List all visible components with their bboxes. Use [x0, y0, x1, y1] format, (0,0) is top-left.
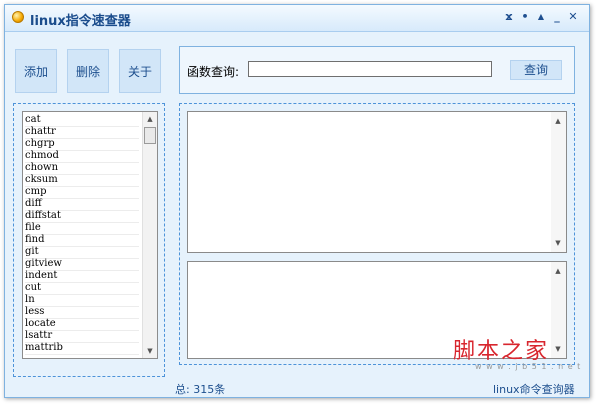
restore-up-icon[interactable]: ▲ [533, 9, 549, 25]
collapse-icon[interactable]: ϫ [501, 9, 517, 25]
scroll-down-icon[interactable]: ▼ [143, 344, 157, 358]
watermark-url: w w w . j b 5 1 . n e t [475, 362, 582, 371]
list-scrollbar[interactable]: ▲ ▼ [142, 112, 157, 358]
total-count: 总: 315条 [175, 383, 226, 396]
search-label: 函数查询: [187, 65, 240, 79]
scroll-up-icon[interactable]: ▲ [551, 114, 565, 128]
app-logo-icon [12, 11, 24, 23]
scroll-thumb[interactable] [144, 127, 156, 144]
search-panel: 函数查询: 查询 [179, 46, 575, 94]
list-item[interactable]: mattrib [25, 342, 139, 355]
search-input[interactable] [248, 61, 492, 77]
description-scrollbar[interactable]: ▲ ▼ [551, 112, 566, 252]
scroll-down-icon[interactable]: ▼ [551, 342, 565, 356]
delete-button[interactable]: 删除 [67, 49, 109, 93]
scroll-down-icon[interactable]: ▼ [551, 236, 565, 250]
command-list[interactable]: cat chattr chgrp chmod chown cksum cmp d… [22, 111, 158, 359]
example-scrollbar[interactable]: ▲ ▼ [551, 262, 566, 358]
app-window: linux指令速查器 ϫ • ▲ _ ✕ 添加 删除 关于 函数查询: 查询 c… [4, 4, 590, 398]
about-button[interactable]: 关于 [119, 49, 161, 93]
app-name-label: linux命令查询器 [493, 383, 575, 396]
menu-dot-icon[interactable]: • [517, 9, 533, 25]
watermark-text: 脚本之家 [453, 339, 550, 364]
title-bar[interactable]: linux指令速查器 ϫ • ▲ _ ✕ [5, 5, 589, 32]
close-icon[interactable]: ✕ [565, 9, 581, 25]
scroll-up-icon[interactable]: ▲ [551, 264, 565, 278]
query-button[interactable]: 查询 [510, 60, 562, 80]
window-title: linux指令速查器 [30, 14, 131, 29]
minimize-icon[interactable]: _ [549, 9, 565, 25]
scroll-up-icon[interactable]: ▲ [143, 112, 157, 126]
description-textbox[interactable]: ▲ ▼ [187, 111, 567, 253]
add-button[interactable]: 添加 [15, 49, 57, 93]
